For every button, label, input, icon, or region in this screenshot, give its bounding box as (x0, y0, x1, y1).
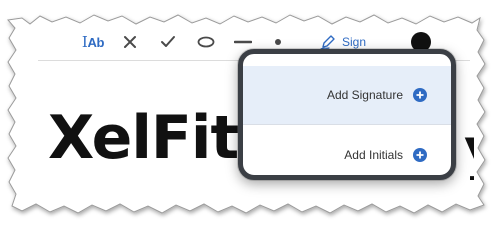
text-field-tool[interactable]: I Ab (80, 30, 106, 54)
plus-circle-icon (413, 148, 427, 162)
text-field-tool-label: Ab (87, 34, 105, 50)
add-signature-label: Add Signature (326, 88, 403, 102)
document-text-trailing-glyph: y (464, 120, 474, 180)
line-icon (234, 40, 252, 44)
plus-circle-icon (413, 88, 427, 102)
signature-dropdown-menu: Add Signature Add Initials (238, 49, 456, 180)
circle-icon (197, 36, 215, 48)
sign-tool-label: Sign (342, 35, 367, 49)
document-text: XelFit (48, 103, 239, 173)
checkmark-tool-button[interactable] (158, 30, 178, 54)
add-initials-menu-item[interactable]: Add Initials (243, 125, 451, 175)
checkmark-icon (161, 36, 175, 47)
circle-tool-button[interactable] (195, 30, 217, 54)
cross-tool-button[interactable] (120, 30, 140, 54)
pen-icon (320, 35, 335, 50)
screenshot-stage: I Ab Sign XelFit Add Signature Add Initi… (0, 0, 500, 240)
add-initials-label: Add Initials (344, 148, 403, 162)
cross-icon (124, 36, 136, 48)
add-signature-menu-item[interactable]: Add Signature (243, 66, 451, 125)
dot-icon (275, 39, 281, 45)
